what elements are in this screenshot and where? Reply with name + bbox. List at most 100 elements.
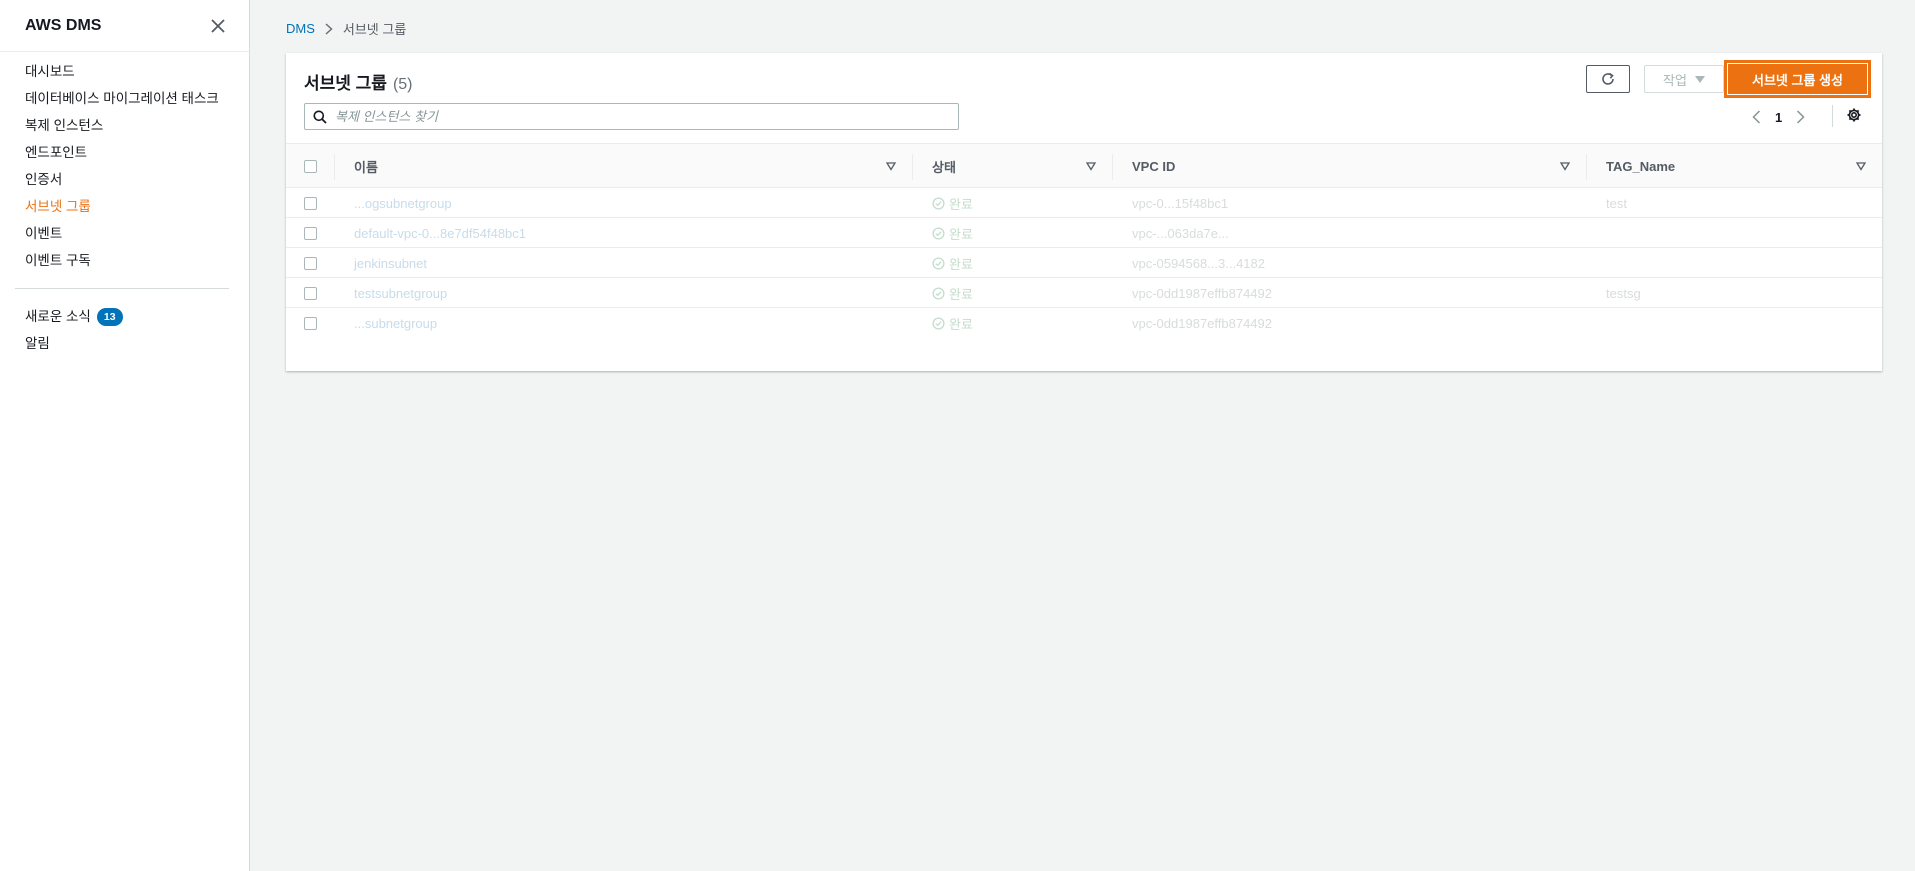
- column-separator: [1586, 154, 1587, 180]
- refresh-icon: [1602, 72, 1614, 85]
- search-icon: [313, 110, 327, 124]
- column-header-name[interactable]: 이름: [354, 144, 378, 189]
- breadcrumb-dms[interactable]: DMS: [286, 21, 315, 36]
- subnet-group-name-link[interactable]: default-vpc-0...8e7df54f48bc1: [354, 218, 526, 248]
- panel-count: (5): [392, 76, 413, 93]
- sidebar-item-dashboard[interactable]: 대시보드: [0, 58, 249, 85]
- sort-down-icon[interactable]: [886, 161, 896, 171]
- check-circle-icon: [932, 226, 945, 240]
- subnet-groups-panel: 서브넷 그룹 (5) 작업 서브넷 그룹 생성 1 이름 상태: [286, 53, 1882, 371]
- create-button-focus-ring: 서브넷 그룹 생성: [1724, 60, 1871, 98]
- check-circle-icon: [932, 196, 945, 210]
- status-cell: 완료: [932, 188, 973, 218]
- tag-name-cell: testsg: [1606, 285, 1641, 301]
- whats-new-label: 새로운 소식: [25, 309, 91, 324]
- sidebar-item-subnet-groups[interactable]: 서브넷 그룹: [0, 193, 249, 220]
- vpc-id-cell: vpc-0dd1987effb874492: [1132, 285, 1272, 301]
- breadcrumb-current: 서브넷 그룹: [342, 22, 407, 37]
- status-text: 완료: [949, 286, 973, 302]
- gear-icon[interactable]: [1846, 107, 1862, 123]
- sidebar-item-replication-instances[interactable]: 복제 인스턴스: [0, 112, 249, 139]
- sidebar-item-endpoints[interactable]: 엔드포인트: [0, 139, 249, 166]
- vpc-id-cell: vpc-0dd1987effb874492: [1132, 315, 1272, 331]
- subnet-groups-table: 이름 상태 VPC ID TAG_Name ...ogsubnetgroup 완…: [286, 143, 1882, 338]
- sidebar-nav: 대시보드 데이터베이스 마이그레이션 태스크 복제 인스턴스 엔드포인트 인증서…: [0, 52, 249, 357]
- row-checkbox[interactable]: [304, 196, 317, 210]
- row-select-cell: [304, 248, 317, 278]
- vpc-id-cell: vpc-0594568...3...4182: [1132, 255, 1265, 271]
- select-all-cell: [304, 144, 317, 189]
- row-checkbox[interactable]: [304, 226, 317, 240]
- column-separator: [1112, 154, 1113, 180]
- row-select-cell: [304, 188, 317, 218]
- sidebar-item-whats-new[interactable]: 새로운 소식 13: [0, 303, 249, 330]
- table-row[interactable]: ...ogsubnetgroup 완료 vpc-0...15f48bc1 tes…: [286, 188, 1882, 218]
- status-cell: 완료: [932, 278, 973, 308]
- page-number[interactable]: 1: [1775, 110, 1782, 125]
- select-all-checkbox[interactable]: [304, 160, 317, 173]
- sidebar-item-event-subscriptions[interactable]: 이벤트 구독: [0, 247, 249, 274]
- sidebar-item-notifications[interactable]: 알림: [0, 330, 249, 357]
- caret-down-icon: [1694, 75, 1705, 83]
- create-subnet-group-button[interactable]: 서브넷 그룹 생성: [1727, 63, 1868, 95]
- sidebar-header: AWS DMS: [0, 0, 249, 52]
- vpc-id-cell: vpc-...063da7e...: [1132, 225, 1229, 241]
- news-count-badge: 13: [96, 308, 123, 327]
- row-select-cell: [304, 308, 317, 338]
- sort-down-icon[interactable]: [1856, 161, 1866, 171]
- check-circle-icon: [932, 256, 945, 270]
- status-cell: 완료: [932, 308, 973, 338]
- panel-title-text: 서브넷 그룹: [304, 74, 387, 93]
- sort-down-icon[interactable]: [1560, 161, 1570, 171]
- subnet-group-name-link[interactable]: jenkinsubnet: [354, 248, 427, 278]
- sidebar-item-events[interactable]: 이벤트: [0, 220, 249, 247]
- row-checkbox[interactable]: [304, 316, 317, 330]
- sort-down-icon[interactable]: [1086, 161, 1096, 171]
- check-circle-icon: [932, 316, 945, 330]
- status-text: 완료: [949, 256, 973, 272]
- close-icon[interactable]: [207, 15, 229, 37]
- row-select-cell: [304, 218, 317, 248]
- row-checkbox[interactable]: [304, 256, 317, 270]
- breadcrumb: DMS 서브넷 그룹: [286, 19, 406, 38]
- check-circle-icon: [932, 286, 945, 300]
- table-row[interactable]: testsubnetgroup 완료 vpc-0dd1987effb874492…: [286, 278, 1882, 308]
- table-row[interactable]: jenkinsubnet 완료 vpc-0594568...3...4182: [286, 248, 1882, 278]
- column-header-tag-name[interactable]: TAG_Name: [1606, 144, 1675, 189]
- column-header-vpc-id[interactable]: VPC ID: [1132, 144, 1175, 189]
- status-cell: 완료: [932, 218, 973, 248]
- status-text: 완료: [949, 226, 973, 242]
- actions-label: 작업: [1663, 72, 1687, 88]
- search-box: [304, 103, 959, 130]
- chevron-right-icon: [325, 22, 333, 35]
- column-separator: [912, 154, 913, 180]
- page-title: 서브넷 그룹 (5): [304, 69, 413, 94]
- status-text: 완료: [949, 316, 973, 332]
- sidebar: AWS DMS 대시보드 데이터베이스 마이그레이션 태스크 복제 인스턴스 엔…: [0, 0, 250, 871]
- subnet-group-name-link[interactable]: ...ogsubnetgroup: [354, 188, 452, 218]
- pagination: 1: [1752, 105, 1805, 129]
- subnet-group-name-link[interactable]: testsubnetgroup: [354, 278, 447, 308]
- pager-divider: [1832, 105, 1833, 127]
- table-row[interactable]: ...subnetgroup 완료 vpc-0dd1987effb874492: [286, 308, 1882, 338]
- table-row[interactable]: default-vpc-0...8e7df54f48bc1 완료 vpc-...…: [286, 218, 1882, 248]
- refresh-button[interactable]: [1586, 65, 1630, 93]
- sidebar-item-certificates[interactable]: 인증서: [0, 166, 249, 193]
- search-input[interactable]: [335, 109, 935, 124]
- table-header: 이름 상태 VPC ID TAG_Name: [286, 143, 1882, 188]
- status-text: 완료: [949, 196, 973, 212]
- subnet-group-name-link[interactable]: ...subnetgroup: [354, 308, 437, 338]
- column-separator: [334, 154, 335, 180]
- vpc-id-cell: vpc-0...15f48bc1: [1132, 195, 1229, 211]
- sidebar-item-migration-tasks[interactable]: 데이터베이스 마이그레이션 태스크: [0, 85, 249, 112]
- status-cell: 완료: [932, 248, 973, 278]
- column-header-status[interactable]: 상태: [932, 144, 956, 189]
- sidebar-divider: [15, 288, 229, 289]
- row-checkbox[interactable]: [304, 286, 317, 300]
- actions-dropdown[interactable]: 작업: [1644, 65, 1724, 93]
- next-page-icon[interactable]: [1796, 110, 1805, 124]
- prev-page-icon[interactable]: [1752, 110, 1761, 124]
- row-select-cell: [304, 278, 317, 308]
- tag-name-cell: test: [1606, 195, 1627, 211]
- sidebar-title: AWS DMS: [25, 16, 102, 34]
